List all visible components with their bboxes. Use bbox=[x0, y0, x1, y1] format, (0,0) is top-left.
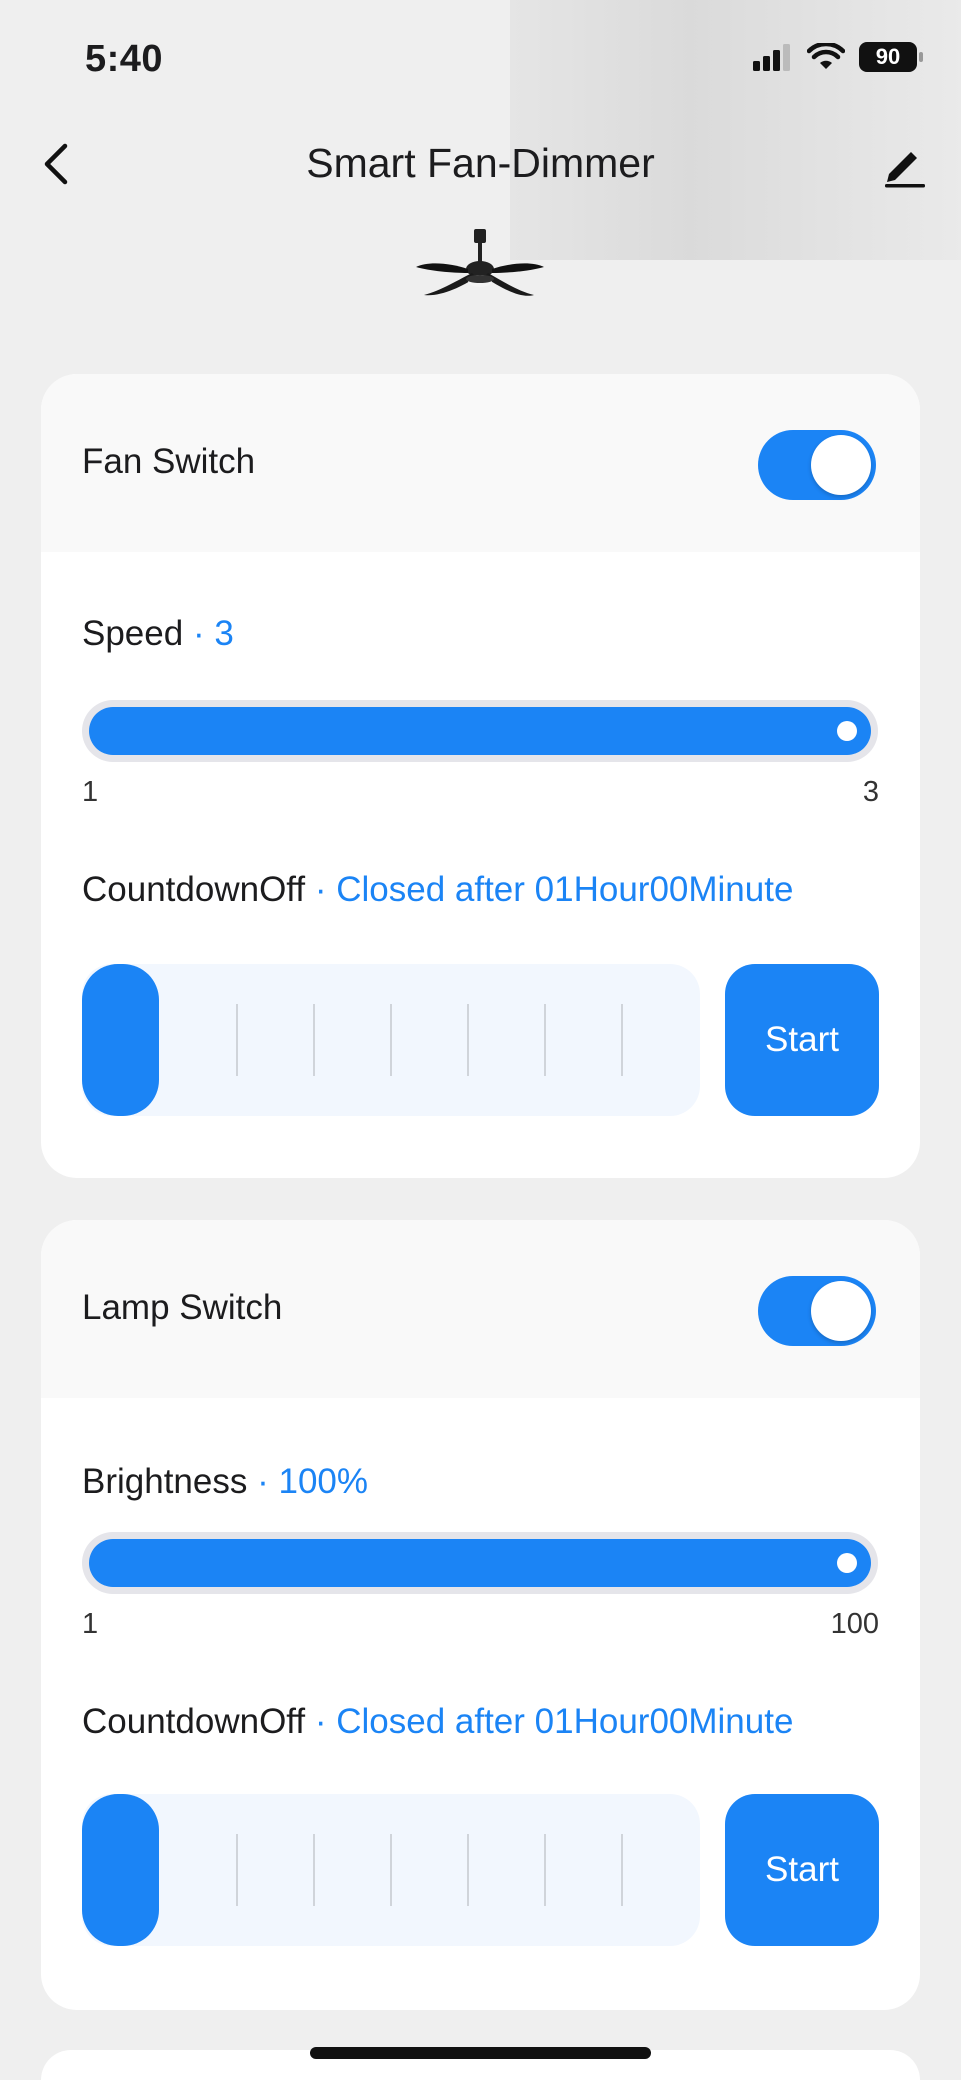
lamp-countdown-label-row: CountdownOff · Closed after 01Hour00Minu… bbox=[82, 1702, 793, 1742]
speed-label-row: Speed · 3 bbox=[82, 614, 234, 654]
lamp-start-button[interactable]: Start bbox=[725, 1794, 879, 1946]
speed-slider[interactable] bbox=[82, 700, 878, 762]
lamp-countdown-slider[interactable] bbox=[82, 1794, 700, 1946]
fan-card: Fan Switch Speed · 3 1 3 CountdownOff · … bbox=[41, 374, 920, 1178]
lamp-card: Lamp Switch Brightness · 100% 1 100 Coun… bbox=[41, 1220, 920, 2010]
tick-mark bbox=[544, 1834, 546, 1906]
toggle-knob bbox=[811, 435, 871, 495]
tick-mark bbox=[621, 1834, 623, 1906]
fan-start-button[interactable]: Start bbox=[725, 964, 879, 1116]
fan-switch-label: Fan Switch bbox=[82, 442, 256, 481]
lamp-countdown-label: CountdownOff bbox=[82, 1702, 306, 1741]
fan-switch-toggle[interactable] bbox=[758, 430, 876, 500]
toggle-knob bbox=[811, 1281, 871, 1341]
lamp-countdown-handle[interactable] bbox=[82, 1794, 159, 1946]
fan-countdown-label-row: CountdownOff · Closed after 01Hour00Minu… bbox=[82, 870, 793, 910]
fan-countdown-label: CountdownOff bbox=[82, 870, 306, 909]
brightness-value: · 100% bbox=[257, 1462, 369, 1501]
lamp-switch-label: Lamp Switch bbox=[82, 1288, 283, 1327]
brightness-label-row: Brightness · 100% bbox=[82, 1462, 368, 1502]
speed-slider-thumb[interactable] bbox=[837, 721, 857, 741]
nav-bar: Smart Fan-Dimmer bbox=[0, 120, 961, 210]
brightness-slider-thumb[interactable] bbox=[837, 1553, 857, 1573]
tick-mark bbox=[544, 1004, 546, 1076]
tick-mark bbox=[313, 1834, 315, 1906]
tick-mark bbox=[390, 1004, 392, 1076]
tick-mark bbox=[467, 1834, 469, 1906]
tick-mark bbox=[467, 1004, 469, 1076]
brightness-max-label: 100 bbox=[830, 1608, 879, 1640]
brightness-slider-fill bbox=[89, 1539, 871, 1587]
fan-countdown-handle[interactable] bbox=[82, 964, 159, 1116]
battery-icon: 90 bbox=[859, 42, 923, 72]
brightness-slider[interactable] bbox=[82, 1532, 878, 1594]
speed-value: · 3 bbox=[192, 614, 234, 653]
speed-min-label: 1 bbox=[82, 776, 99, 808]
tick-mark bbox=[313, 1004, 315, 1076]
brightness-label: Brightness bbox=[82, 1462, 248, 1501]
status-icons: 90 bbox=[753, 42, 923, 72]
brightness-min-label: 1 bbox=[82, 1608, 99, 1640]
tick-mark bbox=[621, 1004, 623, 1076]
speed-max-label: 3 bbox=[862, 776, 879, 808]
fan-card-header: Fan Switch bbox=[41, 374, 920, 552]
speed-slider-fill bbox=[89, 707, 871, 755]
lamp-card-header: Lamp Switch bbox=[41, 1220, 920, 1398]
lamp-switch-toggle[interactable] bbox=[758, 1276, 876, 1346]
tick-mark bbox=[236, 1834, 238, 1906]
edit-button[interactable] bbox=[875, 136, 933, 194]
ceiling-fan-icon bbox=[416, 229, 544, 296]
fan-countdown-value: · Closed after 01Hour00Minute bbox=[314, 870, 794, 909]
home-indicator[interactable] bbox=[310, 2047, 651, 2059]
speed-label: Speed bbox=[82, 614, 184, 653]
page-title: Smart Fan-Dimmer bbox=[306, 140, 655, 186]
lamp-countdown-value: · Closed after 01Hour00Minute bbox=[314, 1702, 794, 1741]
fan-countdown-slider[interactable] bbox=[82, 964, 700, 1116]
tick-mark bbox=[390, 1834, 392, 1906]
edit-pencil-icon bbox=[885, 152, 925, 188]
status-time: 5:40 bbox=[85, 38, 164, 80]
status-bar: 5:40 90 bbox=[0, 0, 961, 120]
signal-icon bbox=[753, 44, 790, 71]
tick-mark bbox=[236, 1004, 238, 1076]
wifi-icon bbox=[807, 43, 845, 69]
